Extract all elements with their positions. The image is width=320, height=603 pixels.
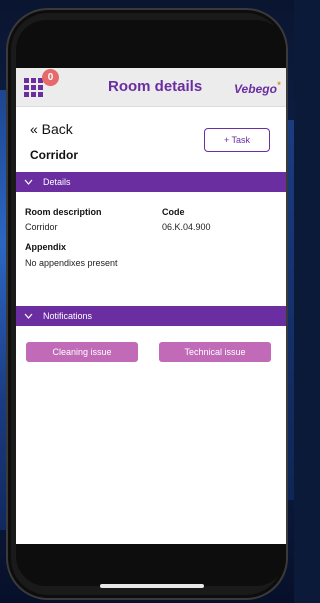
chevron-down-icon: [24, 177, 33, 187]
phone-bottom-bezel: [16, 544, 286, 586]
room-description-value: Corridor: [25, 222, 58, 232]
notifications-section-header[interactable]: Notifications: [16, 306, 286, 326]
brand-name: Vebego: [234, 82, 277, 96]
app-header: 0 Room details Vebego*: [16, 68, 286, 107]
room-description-label: Room description: [25, 207, 102, 217]
code-value: 06.K.04.900: [162, 222, 211, 232]
appendix-value: No appendixes present: [25, 258, 118, 268]
chevron-down-icon: [24, 311, 33, 321]
notification-count-badge: 0: [42, 69, 59, 86]
app-launcher-icon[interactable]: [24, 78, 44, 98]
notifications-section-title: Notifications: [43, 311, 93, 321]
brand-logo: Vebego*: [234, 80, 280, 96]
cleaning-issue-button[interactable]: Cleaning issue: [26, 342, 138, 362]
add-task-button[interactable]: + Task: [204, 128, 270, 152]
appendix-label: Appendix: [25, 242, 67, 252]
technical-issue-button[interactable]: Technical issue: [159, 342, 271, 362]
code-label: Code: [162, 207, 185, 217]
app-screen: 0 Room details Vebego* « Back + Task Cor…: [16, 68, 286, 544]
details-section-header[interactable]: Details: [16, 172, 286, 192]
brand-mark: *: [276, 80, 281, 90]
room-name: Corridor: [30, 148, 78, 162]
home-indicator[interactable]: [100, 584, 204, 588]
page-title: Room details: [108, 78, 203, 95]
phone-top-bezel: [16, 20, 286, 68]
details-section-title: Details: [43, 177, 71, 187]
back-link[interactable]: « Back: [30, 121, 73, 137]
